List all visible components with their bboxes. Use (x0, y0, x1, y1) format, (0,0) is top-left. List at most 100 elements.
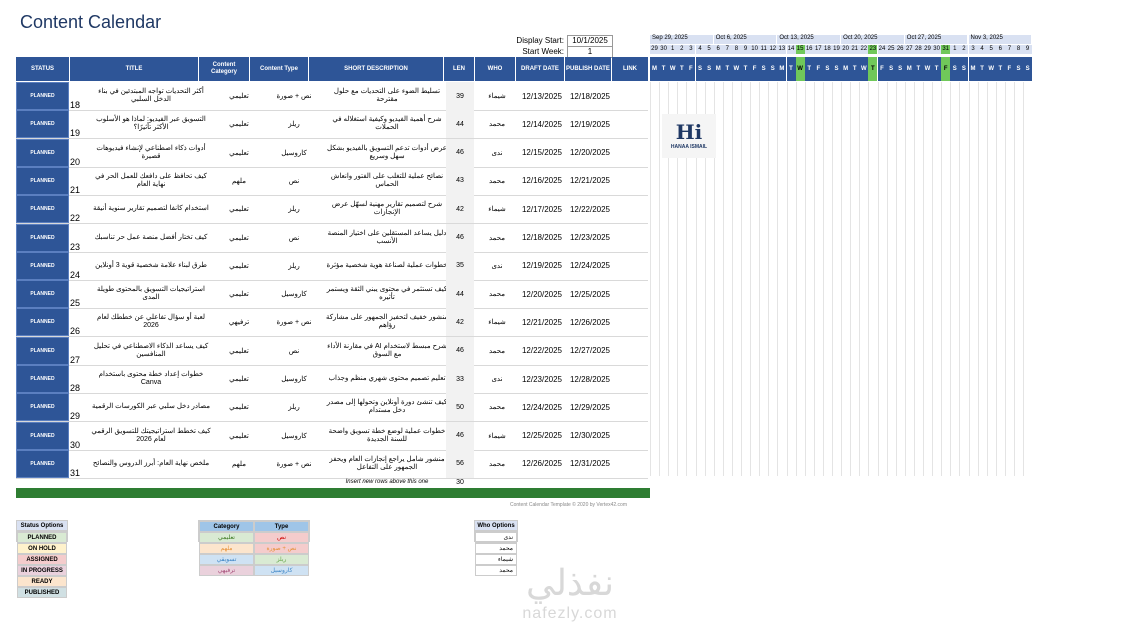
row-number[interactable]: 29 (70, 393, 88, 423)
description-cell[interactable]: تسليط الضوء على التحديات مع حلول مقترحة (324, 82, 450, 110)
len-cell[interactable]: 39 (446, 82, 474, 110)
type-cell[interactable]: كاروسيل (266, 280, 322, 308)
row-number[interactable]: 23 (70, 224, 88, 254)
table-row[interactable]: PLANNED 31 ملخص نهاية العام: أبرز الدروس و… (16, 449, 648, 478)
header-publish-date[interactable]: PUBLISH DATE (565, 57, 611, 81)
description-cell[interactable]: كيف تنشئ دورة أونلاين وتحولها إلى مصدر د… (324, 393, 450, 421)
calendar-day-column[interactable] (759, 82, 769, 476)
title-cell[interactable]: التسويق عبر الفيديو: لماذا هو الأسلوب ال… (91, 110, 211, 138)
row-number[interactable]: 20 (70, 139, 88, 169)
header-description[interactable]: SHORT DESCRIPTION (309, 57, 443, 81)
description-cell[interactable]: منشور شامل يراجع إنجازات العام ويحفز الج… (324, 450, 450, 478)
who-cell[interactable]: محمد (476, 224, 518, 252)
calendar-day-column[interactable] (1004, 82, 1014, 476)
table-row[interactable]: PLANNED 27 كيف يساعد الذكاء الاصطناعي في ت… (16, 336, 648, 367)
status-cell[interactable]: PLANNED (16, 166, 69, 195)
draft-date-cell[interactable]: 12/14/2025 (518, 110, 566, 138)
row-number[interactable]: 30 (70, 422, 88, 452)
len-cell[interactable]: 42 (446, 308, 474, 337)
header-title[interactable]: TITLE (70, 57, 198, 81)
status-cell[interactable]: PLANNED (16, 251, 69, 280)
calendar-day-column[interactable] (795, 82, 805, 476)
category-cell[interactable]: ملهم (214, 167, 264, 195)
len-cell[interactable]: 33 (446, 365, 474, 393)
calendar-day-column[interactable] (904, 82, 914, 476)
title-cell[interactable]: طرق لبناء علامة شخصية قوية 3 أونلاين (91, 252, 211, 280)
publish-date-cell[interactable]: 12/19/2025 (566, 110, 614, 138)
publish-date-cell[interactable]: 12/22/2025 (566, 195, 614, 223)
status-cell[interactable]: PLANNED (16, 138, 69, 167)
description-cell[interactable]: شرح مبسط لاستخدام AI في مقارنة الأداء مع… (324, 337, 450, 365)
draft-date-cell[interactable]: 12/18/2025 (518, 224, 566, 252)
table-row[interactable]: PLANNED 19 التسويق عبر الفيديو: لماذا هو ا… (16, 110, 648, 139)
calendar-day-column[interactable] (859, 82, 869, 476)
header-category[interactable]: Content Category (199, 57, 249, 81)
type-cell[interactable]: ريلز (266, 195, 322, 223)
table-row[interactable]: PLANNED 22 استخدام كانفا لتصميم تقارير سنو… (16, 195, 648, 224)
len-cell[interactable]: 44 (446, 280, 474, 309)
description-cell[interactable]: خطوات عملية لوضع خطة تسويق واضحة للسنة ا… (324, 422, 450, 450)
calendar-day-column[interactable] (986, 82, 996, 476)
calendar-day-column[interactable] (895, 82, 905, 476)
len-cell[interactable]: 44 (446, 110, 474, 139)
calendar-day-column[interactable] (941, 82, 951, 476)
title-cell[interactable]: استخدام كانفا لتصميم تقارير سنوية أنيقة (91, 195, 211, 223)
calendar-day-column[interactable] (913, 82, 923, 476)
title-cell[interactable]: كيف تحافظ على دافعك للعمل الحر في نهاية … (91, 167, 211, 195)
table-row[interactable]: PLANNED 18 أكثر التحديات تواجه المبتدئين ف… (16, 82, 648, 110)
draft-date-cell[interactable]: 12/15/2025 (518, 139, 566, 167)
type-cell[interactable]: كاروسيل (266, 139, 322, 167)
publish-date-cell[interactable]: 12/30/2025 (566, 422, 614, 450)
calendar-day-column[interactable] (777, 82, 787, 476)
category-cell[interactable]: ترفيهي (214, 308, 264, 336)
len-cell[interactable]: 43 (446, 166, 474, 195)
len-cell[interactable]: 50 (446, 393, 474, 422)
calendar-day-column[interactable] (786, 82, 796, 476)
publish-date-cell[interactable]: 12/27/2025 (566, 337, 614, 365)
calendar-day-column[interactable] (886, 82, 896, 476)
draft-date-cell[interactable]: 12/25/2025 (518, 422, 566, 450)
title-cell[interactable]: ملخص نهاية العام: أبرز الدروس والنصائح (91, 450, 211, 478)
publish-date-cell[interactable]: 12/24/2025 (566, 252, 614, 280)
header-len[interactable]: LEN (444, 57, 474, 81)
calendar-day-column[interactable] (868, 82, 878, 476)
header-link[interactable]: LINK (612, 57, 648, 81)
header-status[interactable]: STATUS (16, 57, 69, 81)
who-cell[interactable]: ندى (476, 365, 518, 393)
category-cell[interactable]: تعليمي (214, 365, 264, 393)
type-cell[interactable]: كاروسيل (266, 365, 322, 393)
category-cell[interactable]: ملهم (214, 450, 264, 478)
description-cell[interactable]: كيف تستثمر في محتوى يبني الثقة ويستمر تأ… (324, 280, 450, 308)
type-cell[interactable]: ريلز (266, 252, 322, 280)
len-cell[interactable]: 46 (446, 421, 474, 450)
len-cell[interactable]: 35 (446, 251, 474, 280)
publish-date-cell[interactable]: 12/26/2025 (566, 308, 614, 336)
calendar-day-column[interactable] (1014, 82, 1023, 476)
table-row[interactable]: PLANNED 21 كيف تحافظ على دافعك للعمل الحر … (16, 166, 648, 195)
status-cell[interactable]: PLANNED (16, 223, 69, 252)
publish-date-cell[interactable]: 12/21/2025 (566, 167, 614, 195)
calendar-day-column[interactable] (877, 82, 887, 476)
category-cell[interactable]: تعليمي (214, 337, 264, 365)
title-cell[interactable]: كيف تخطط استراتيجيتك للتسويق الرقمي لعام… (91, 422, 211, 450)
calendar-day-column[interactable] (959, 82, 969, 476)
draft-date-cell[interactable]: 12/21/2025 (518, 308, 566, 336)
status-cell[interactable]: PLANNED (16, 421, 69, 450)
publish-date-cell[interactable]: 12/29/2025 (566, 393, 614, 421)
category-cell[interactable]: تعليمي (214, 280, 264, 308)
calendar-day-column[interactable] (968, 82, 978, 476)
table-row[interactable]: PLANNED 28 خطوات إعداد خطة محتوى باستخدام … (16, 365, 648, 393)
calendar-day-column[interactable] (977, 82, 987, 476)
table-row[interactable]: PLANNED 29 مصادر دخل سلبي عبر الكورسات الر… (16, 393, 648, 423)
draft-date-cell[interactable]: 12/16/2025 (518, 167, 566, 195)
draft-date-cell[interactable]: 12/26/2025 (518, 450, 566, 478)
row-number[interactable]: 27 (70, 337, 88, 367)
len-cell[interactable]: 46 (446, 138, 474, 167)
who-cell[interactable]: شيماء (476, 308, 518, 336)
category-cell[interactable]: تعليمي (214, 195, 264, 223)
description-cell[interactable]: عرض أدوات تدعم التسويق بالفيديو بشكل سهل… (324, 139, 450, 167)
type-cell[interactable]: نص + صورة (266, 308, 322, 336)
row-number[interactable]: 25 (70, 280, 88, 310)
header-draft-date[interactable]: DRAFT DATE (516, 57, 564, 81)
calendar-day-column[interactable] (750, 82, 760, 476)
